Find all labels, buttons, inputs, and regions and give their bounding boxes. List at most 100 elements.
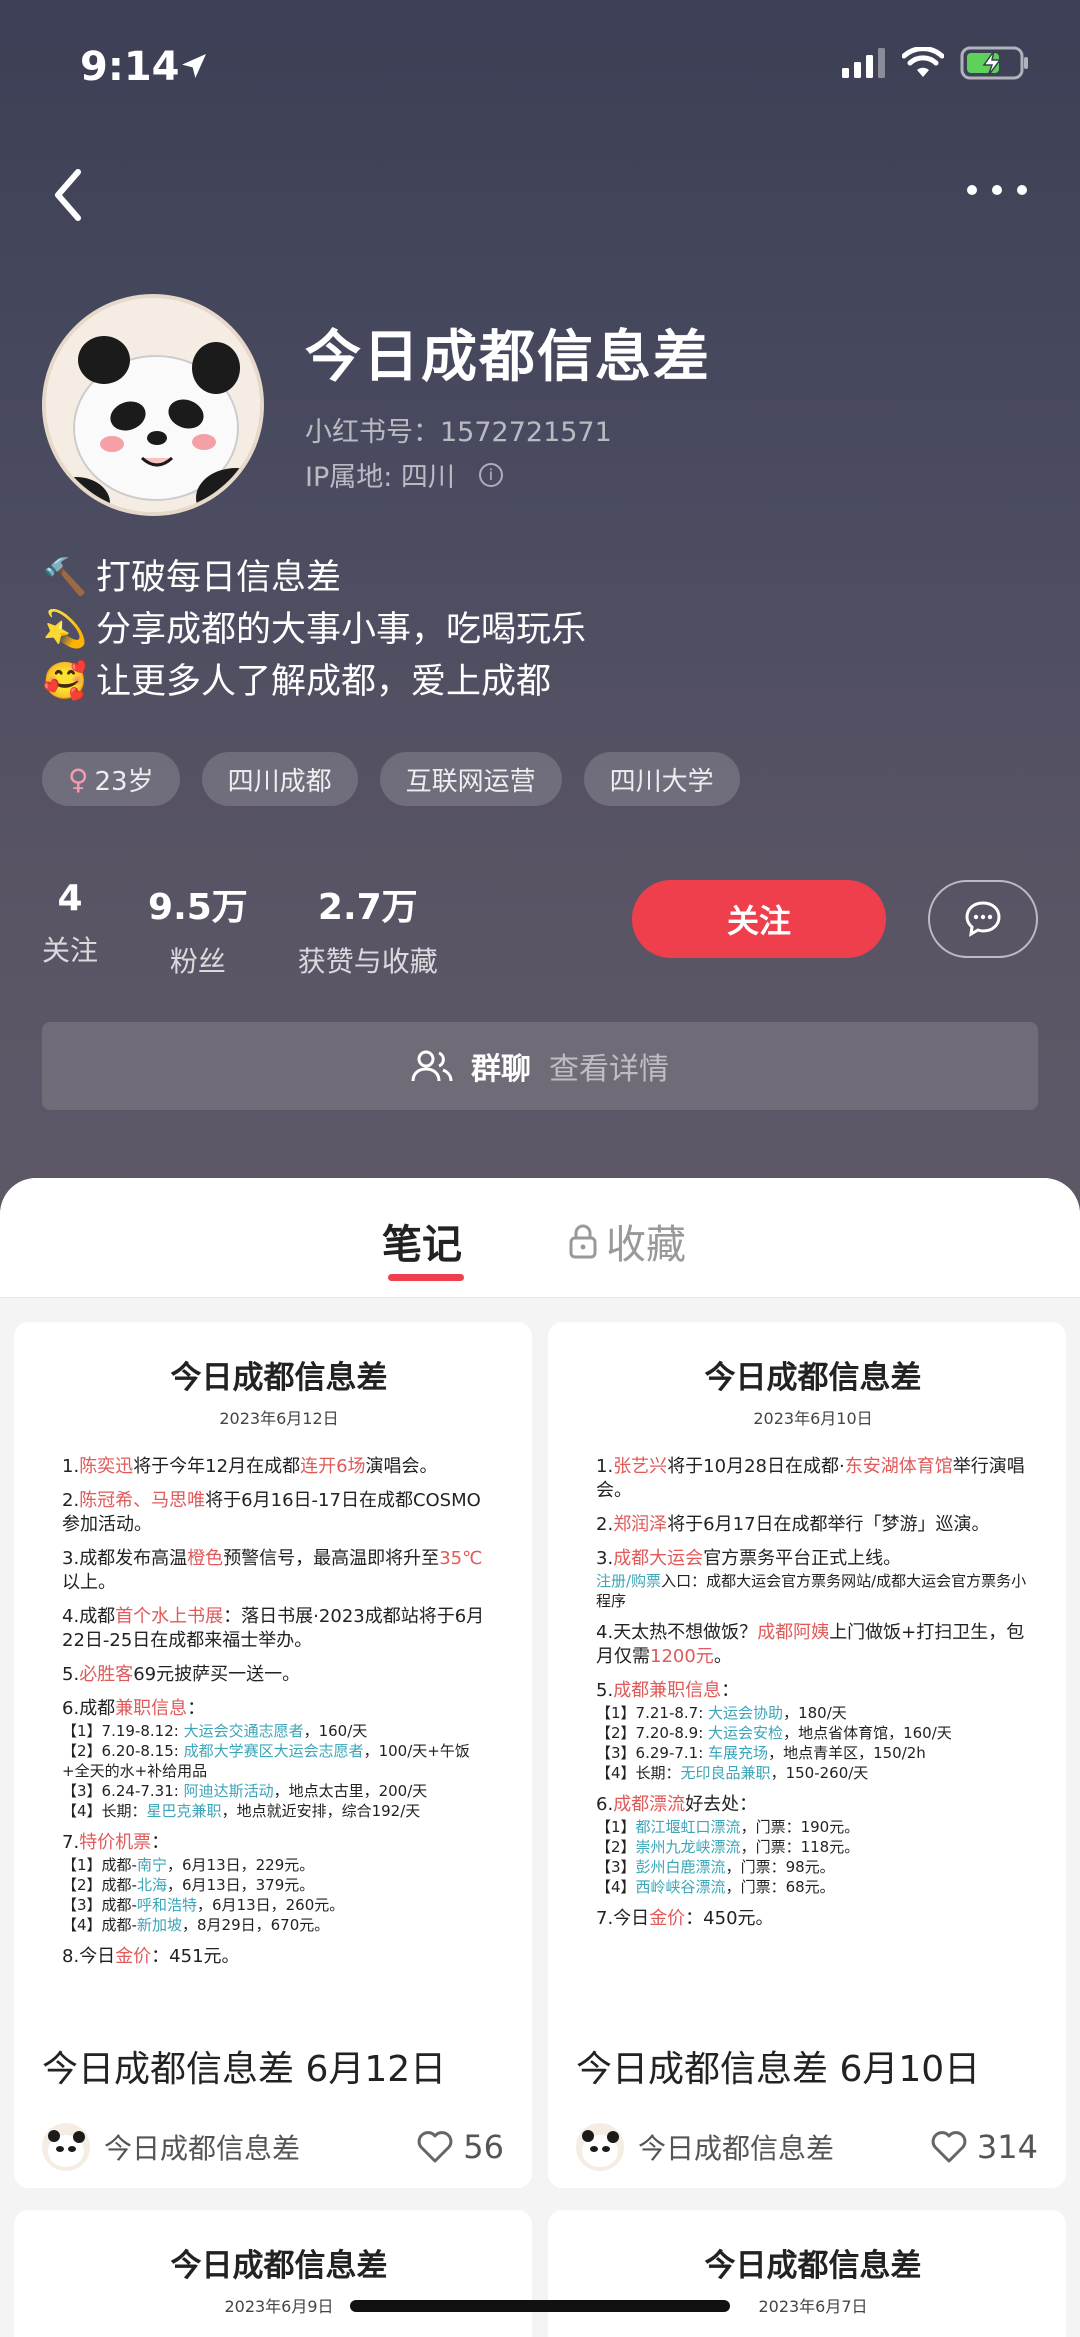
tag-school[interactable]: 四川大学 — [583, 752, 740, 806]
tab-notes[interactable]: 笔记 — [382, 1212, 462, 1270]
poster-item-number: 7. — [596, 1908, 614, 1929]
poster-sub-item: 【1】7.19-8.12: 大运会交通志愿者，160/天 — [62, 1721, 496, 1741]
profile-avatar[interactable] — [42, 294, 264, 516]
poster-item-number: 3. — [596, 1548, 614, 1569]
poster-text: 今日 — [79, 1946, 116, 1967]
poster-sub-item: 【4】长期：星巴克兼职，地点就近安排，综合192/天 — [62, 1801, 496, 1821]
poster-text: ，地点就近安排，综合192/天 — [221, 1802, 421, 1820]
poster-text: 无印良品兼职 — [680, 1764, 771, 1782]
poster-item-number: 2. — [596, 1514, 614, 1535]
status-time: 9:14 — [80, 44, 180, 90]
poster-text: 特价机票 — [79, 1832, 152, 1853]
tab-favorites[interactable]: 收藏 — [568, 1212, 686, 1270]
poster-text: 首个水上书展 — [115, 1606, 224, 1627]
poster-item-number: 6. — [62, 1698, 80, 1719]
note-footer: 今日成都信息差 314 — [576, 2122, 1038, 2172]
bio-text: 让更多人了解成都，爱上成都 — [96, 662, 552, 702]
author-avatar[interactable] — [42, 2123, 90, 2171]
follow-button[interactable]: 关注 — [632, 880, 886, 958]
poster-text: 【3】6.24-7.31: — [62, 1782, 184, 1800]
poster-text: ，6月13日，229元。 — [166, 1856, 315, 1874]
poster-text: 【3】成都- — [62, 1896, 137, 1914]
tag-age[interactable]: ♀ 23岁 — [42, 752, 180, 806]
note-card[interactable]: 今日成都信息差 2023年6月7日 — [548, 2210, 1066, 2337]
poster-text: 【1】成都- — [62, 1856, 137, 1874]
tag-label: 互联网运营 — [405, 766, 536, 797]
poster-text: ：450元。 — [685, 1908, 774, 1929]
ip-location: IP属地: 四川 i — [305, 455, 503, 494]
poster-text: ： — [721, 1680, 740, 1701]
poster-text: 成都兼职信息 — [613, 1680, 722, 1701]
bio-text: 分享成都的大事小事，吃喝玩乐 — [96, 610, 587, 650]
poster-item: 6.成都漂流好去处： 【1】都江堰虹口漂流，门票：190元。 【2】崇州九龙峡漂流，… — [596, 1793, 1030, 1897]
note-title: 今日成都信息差 6月10日 — [576, 2049, 981, 2090]
poster-text: ，地点太古里，200/天 — [273, 1782, 428, 1800]
tag-location[interactable]: 四川成都 — [201, 752, 358, 806]
poster-item-number: 4. — [62, 1606, 80, 1627]
group-chat-bar[interactable]: 群聊 查看详情 — [42, 1022, 1038, 1110]
note-title: 今日成都信息差 6月12日 — [42, 2049, 447, 2090]
profile-tags: ♀ 23岁 四川成都 互联网运营 四川大学 — [42, 752, 740, 806]
stat-likes-collects[interactable]: 2.7万 获赞与收藏 — [298, 878, 438, 980]
stat-following[interactable]: 4 关注 — [42, 878, 98, 980]
poster-text: 车展充场 — [708, 1744, 769, 1762]
bio-text: 打破每日信息差 — [96, 558, 342, 598]
poster-text: 成都漂流 — [613, 1794, 686, 1815]
poster-text: ，门票：98元。 — [725, 1858, 835, 1876]
bio-line: 🥰 让更多人了解成都，爱上成都 — [42, 656, 586, 708]
poster-title: 今日成都信息差 — [704, 2248, 922, 2284]
heart-icon — [417, 2131, 453, 2163]
poster-item: 7.特价机票： 【1】成都-南宁，6月13日，229元。 【2】成都-北海，6月13… — [62, 1831, 496, 1935]
back-chevron-icon[interactable] — [44, 160, 94, 230]
like-button[interactable]: 314 — [931, 2128, 1038, 2166]
note-cover-image: 今日成都信息差 2023年6月10日 1.张艺兴将于10月28日在成都·东安湖体… — [548, 1322, 1066, 1931]
stat-followers[interactable]: 9.5万 粉丝 — [148, 878, 248, 980]
message-button[interactable] — [928, 880, 1038, 958]
poster-sub-item: 【1】成都-南宁，6月13日，229元。 — [62, 1855, 496, 1875]
note-card[interactable]: 今日成都信息差 2023年6月9日 — [14, 2210, 532, 2337]
poster-item-number: 5. — [62, 1664, 80, 1685]
author-avatar[interactable] — [576, 2123, 624, 2171]
home-indicator[interactable] — [350, 2300, 730, 2312]
poster-text: 北海 — [136, 1876, 167, 1894]
tag-label: 四川成都 — [227, 766, 332, 797]
wifi-icon — [902, 47, 944, 77]
poster-title: 今日成都信息差 — [170, 2248, 388, 2284]
poster-sub-item: 【4】成都-新加坡，8月29日，670元。 — [62, 1915, 496, 1935]
author-name[interactable]: 今日成都信息差 — [104, 2127, 417, 2167]
bio-line: 🔨 打破每日信息差 — [42, 552, 586, 604]
panda-avatar-illustration — [46, 298, 260, 512]
poster-text: 【4】长期： — [596, 1764, 681, 1782]
poster-text: 郑润泽 — [613, 1514, 668, 1535]
group-chat-detail: 查看详情 — [549, 1052, 669, 1087]
author-name[interactable]: 今日成都信息差 — [638, 2127, 931, 2167]
like-button[interactable]: 56 — [417, 2128, 504, 2166]
poster-item-number: 7. — [62, 1832, 80, 1853]
poster-text: 金价 — [649, 1908, 686, 1929]
stat-value: 9.5万 — [148, 887, 248, 928]
poster-items: 1.张艺兴将于10月28日在成都·东安湖体育馆举行演唱会。 2.郑润泽将于6月17… — [596, 1455, 1030, 1931]
poster-sub-item: 【3】6.24-7.31: 阿迪达斯活动，地点太古里，200/天 — [62, 1781, 496, 1801]
poster-text: 成都 — [79, 1698, 116, 1719]
more-options-icon[interactable] — [962, 170, 1032, 210]
note-card[interactable]: 今日成都信息差 2023年6月10日 1.张艺兴将于10月28日在成都·东安湖体… — [548, 1322, 1066, 2188]
poster-item-number: 1. — [62, 1456, 80, 1477]
note-card[interactable]: 今日成都信息差 2023年6月12日 1.陈奕迅将于今年12月在成都连开6场演唱… — [14, 1322, 532, 2188]
poster-text: 连开6场 — [300, 1456, 366, 1477]
poster-text: 【2】成都- — [62, 1876, 137, 1894]
poster-sub-item: 【2】6.20-8.15: 成都大学赛区大运会志愿者，100/天+午饭+全天的水… — [62, 1741, 496, 1781]
tag-label: 四川大学 — [609, 766, 714, 797]
poster-text: 大运会安检 — [708, 1724, 784, 1742]
profile-user-id: 小红书号：1572721571 — [305, 417, 612, 448]
poster-text: ，160/天 — [303, 1722, 368, 1740]
poster-text: 以上。 — [62, 1572, 116, 1593]
poster-text: 【1】7.21-8.7: — [596, 1704, 709, 1722]
info-icon[interactable]: i — [478, 462, 503, 487]
tag-occupation[interactable]: 互联网运营 — [379, 752, 562, 806]
poster-item: 1.陈奕迅将于今年12月在成都连开6场演唱会。 — [62, 1455, 496, 1479]
poster-text: 官方票务平台正式上线。 — [703, 1548, 902, 1569]
poster-item-number: 8. — [62, 1946, 80, 1967]
location-arrow-icon — [182, 54, 206, 78]
poster-item: 3.成都发布高温橙色预警信号，最高温即将升至35℃ 以上。 — [62, 1547, 496, 1595]
poster-text: 【4】成都- — [62, 1916, 137, 1934]
